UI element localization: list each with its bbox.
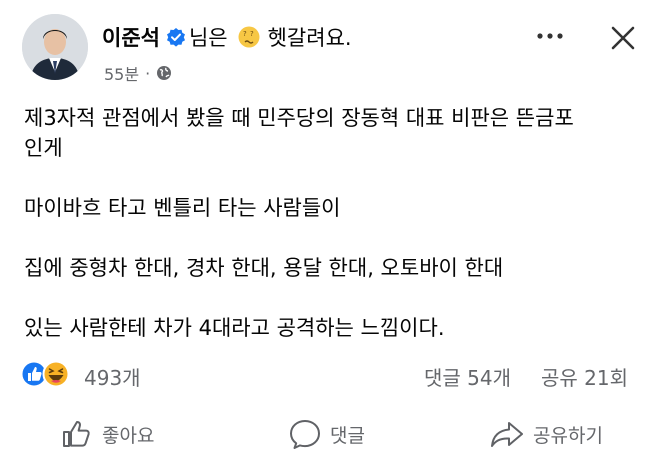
comment-label: 댓글 (330, 424, 365, 447)
share-button[interactable]: 공유하기 (489, 412, 603, 456)
share-label: 공유하기 (533, 424, 603, 447)
post-line: 마이바흐 타고 벤틀리 타는 사람들이 (24, 196, 341, 220)
comment-bubble-icon (290, 420, 320, 449)
confused-face-icon: ? ? (238, 26, 260, 48)
comment-button[interactable]: 댓글 (288, 412, 365, 456)
globe-icon (156, 65, 172, 81)
verified-badge-icon (166, 27, 186, 47)
like-button[interactable]: 좋아요 (60, 412, 154, 456)
timestamp[interactable]: 55분 (104, 61, 139, 85)
haha-reaction-icon (42, 360, 70, 388)
reaction-count[interactable]: 493개 (84, 362, 141, 391)
post-meta: 55분 · (104, 61, 172, 85)
action-bar: 좋아요 댓글 공유하기 (0, 412, 660, 456)
feeling-text: 헷갈려요. (267, 26, 352, 50)
more-options-icon[interactable] (534, 26, 566, 46)
feeling-prefix: 님은 (188, 26, 228, 50)
post-line: 집에 중형차 한대, 경차 한대, 용달 한대, 오토바이 한대 (24, 256, 504, 280)
avatar[interactable] (22, 14, 88, 80)
post-line: 제3자적 관점에서 봤을 때 민주당의 장동혁 대표 비판은 뜬금포 (24, 106, 574, 130)
comments-count[interactable]: 댓글 54개 (424, 362, 511, 391)
thumbs-up-icon (63, 421, 90, 447)
post-header: 이준석 님은 ? ? 헷갈려요. 55분 · (0, 0, 660, 92)
post-line: 있는 사람한테 차가 4대라고 공격하는 느낌이다. (24, 316, 445, 340)
share-arrow-icon (491, 422, 523, 447)
author-name[interactable]: 이준석 (102, 22, 160, 52)
svg-text:?: ? (250, 30, 254, 38)
close-icon[interactable] (608, 23, 638, 53)
like-label: 좋아요 (102, 424, 155, 447)
meta-separator: · (145, 63, 151, 83)
post-stats: 493개 댓글 54개 공유 21회 (0, 356, 660, 392)
shares-count[interactable]: 공유 21회 (541, 362, 628, 391)
svg-text:?: ? (243, 30, 247, 38)
post-text: 제3자적 관점에서 봤을 때 민주당의 장동혁 대표 비판은 뜬금포 인게 마이… (24, 103, 644, 343)
post-line: 인게 (24, 136, 63, 160)
reaction-icons[interactable] (20, 360, 80, 388)
author-line: 이준석 님은 ? ? 헷갈려요. (102, 22, 352, 52)
